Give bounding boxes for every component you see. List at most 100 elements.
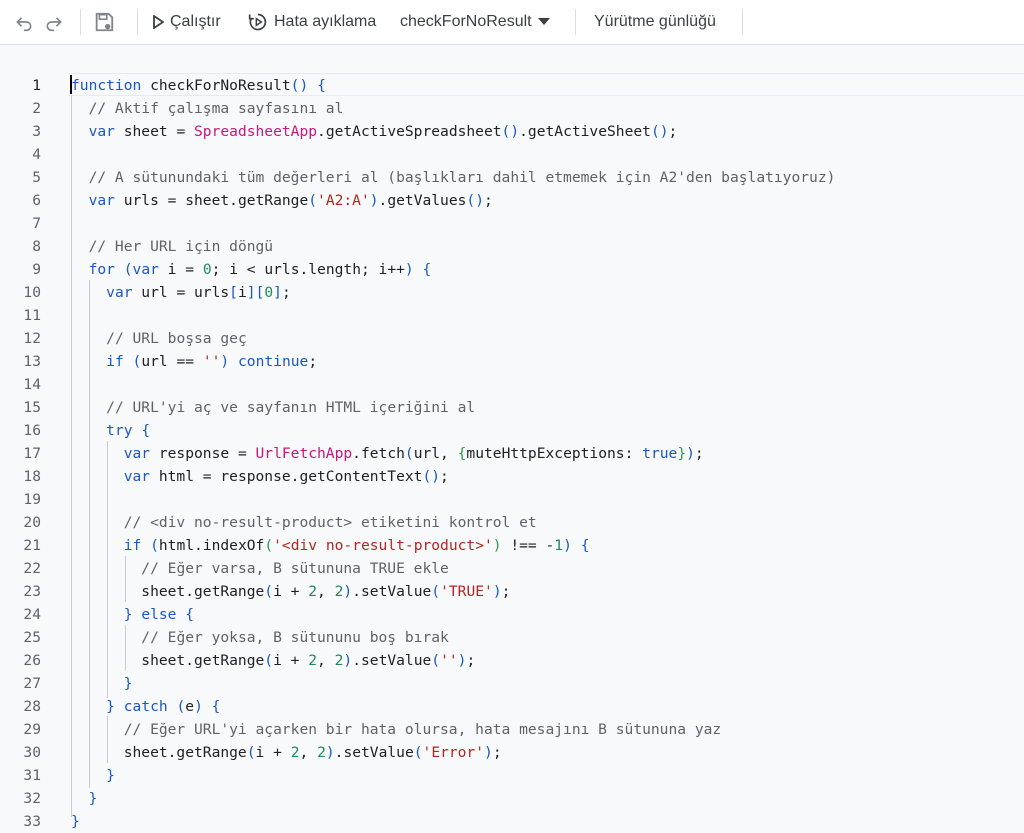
line-number: 16 (23, 422, 41, 439)
save-project-icon[interactable] (93, 11, 115, 33)
code-text[interactable]: var sheet = SpreadsheetApp.getActiveSpre… (71, 120, 678, 143)
code-line[interactable]: 20 // <div no-result-product> etiketini … (0, 511, 1024, 534)
code-text[interactable]: // Her URL için döngü (71, 235, 274, 258)
line-number: 30 (23, 744, 41, 761)
line-number: 8 (32, 238, 41, 255)
line-number: 5 (32, 169, 41, 186)
code-line[interactable]: 30 sheet.getRange(i + 2, 2).setValue('Er… (0, 741, 1024, 764)
code-text[interactable]: } catch (e) { (71, 695, 220, 718)
code-line[interactable]: 12 // URL boşsa geç (0, 327, 1024, 350)
code-text[interactable]: // Aktif çalışma sayfasını al (71, 97, 344, 120)
code-line[interactable]: 8 // Her URL için döngü (0, 235, 1024, 258)
line-number: 33 (23, 813, 41, 830)
execution-log-label: Yürütme günlüğü (594, 13, 716, 30)
code-text[interactable]: // Eğer varsa, B sütununa TRUE ekle (71, 557, 449, 580)
code-line[interactable]: 5 // A sütunundaki tüm değerleri al (baş… (0, 166, 1024, 189)
play-icon (153, 15, 164, 29)
line-number: 1 (32, 77, 41, 94)
line-number: 4 (32, 146, 41, 163)
code-text[interactable]: if (url == '') continue; (71, 350, 317, 373)
code-line[interactable]: 22 // Eğer varsa, B sütununa TRUE ekle (0, 557, 1024, 580)
code-text[interactable]: function checkForNoResult() { (71, 74, 326, 97)
function-select-value: checkForNoResult (400, 13, 532, 30)
text-cursor (70, 75, 72, 94)
code-line[interactable]: 32 } (0, 787, 1024, 810)
code-line[interactable]: 15 // URL'yi aç ve sayfanın HTML içeriği… (0, 396, 1024, 419)
line-number: 28 (23, 698, 41, 715)
code-line[interactable]: 4 (0, 143, 1024, 166)
code-line[interactable]: 7 (0, 212, 1024, 235)
line-number: 21 (23, 537, 41, 554)
code-text[interactable]: try { (71, 419, 150, 442)
code-text[interactable]: var html = response.getContentText(); (71, 465, 449, 488)
code-text[interactable]: // Eğer yoksa, B sütununu boş bırak (71, 626, 449, 649)
code-text[interactable]: } else { (71, 603, 194, 626)
code-line[interactable]: 26 sheet.getRange(i + 2, 2).setValue('')… (0, 649, 1024, 672)
code-line[interactable]: 17 var response = UrlFetchApp.fetch(url,… (0, 442, 1024, 465)
code-text[interactable]: } (71, 810, 80, 833)
code-text[interactable]: } (71, 787, 98, 810)
line-number: 2 (32, 100, 41, 117)
code-text[interactable]: var response = UrlFetchApp.fetch(url, {m… (71, 442, 704, 465)
code-line[interactable]: 14 (0, 373, 1024, 396)
function-select[interactable]: checkForNoResult (400, 0, 556, 44)
code-text[interactable]: var url = urls[i][0]; (71, 281, 291, 304)
code-text[interactable]: // URL'yi aç ve sayfanın HTML içeriğini … (71, 396, 475, 419)
debug-button[interactable]: Hata ayıklama (248, 0, 376, 44)
code-line[interactable]: 13 if (url == '') continue; (0, 350, 1024, 373)
code-line[interactable]: 1 function checkForNoResult() { (0, 74, 1024, 97)
line-number: 20 (23, 514, 41, 531)
code-line[interactable]: 3 var sheet = SpreadsheetApp.getActiveSp… (0, 120, 1024, 143)
code-text[interactable]: sheet.getRange(i + 2, 2).setValue('TRUE'… (71, 580, 510, 603)
toolbar-divider (742, 9, 743, 35)
code-line[interactable]: 21 if (html.indexOf('<div no-result-prod… (0, 534, 1024, 557)
execution-log-button[interactable]: Yürütme günlüğü (594, 0, 716, 44)
code-text[interactable]: } (71, 764, 115, 787)
code-line[interactable]: 2 // Aktif çalışma sayfasını al (0, 97, 1024, 120)
line-number: 7 (32, 215, 41, 232)
code-line[interactable]: 24 } else { (0, 603, 1024, 626)
line-number: 22 (23, 560, 41, 577)
undo-icon[interactable] (14, 12, 34, 32)
code-text[interactable]: for (var i = 0; i < urls.length; i++) { (71, 258, 432, 281)
code-line[interactable]: 29 // Eğer URL'yi açarken bir hata olurs… (0, 718, 1024, 741)
code-text[interactable]: sheet.getRange(i + 2, 2).setValue('Error… (71, 741, 502, 764)
run-button[interactable]: Çalıştır (152, 0, 221, 44)
code-line[interactable]: 6 var urls = sheet.getRange('A2:A').getV… (0, 189, 1024, 212)
code-text[interactable]: } (71, 672, 133, 695)
code-text[interactable]: sheet.getRange(i + 2, 2).setValue(''); (71, 649, 475, 672)
editor-toolbar: Çalıştır Hata ayıklama checkForNoResult … (0, 0, 1024, 45)
code-line[interactable]: 28 } catch (e) { (0, 695, 1024, 718)
code-text[interactable]: // Eğer URL'yi açarken bir hata olursa, … (71, 718, 721, 741)
code-text[interactable]: // URL boşsa geç (71, 327, 247, 350)
code-text[interactable]: // A sütunundaki tüm değerleri al (başlı… (71, 166, 836, 189)
code-line[interactable]: 23 sheet.getRange(i + 2, 2).setValue('TR… (0, 580, 1024, 603)
line-number: 6 (32, 192, 41, 209)
code-line[interactable]: 16 try { (0, 419, 1024, 442)
line-number: 25 (23, 629, 41, 646)
line-number: 31 (23, 767, 41, 784)
toolbar-divider (575, 9, 576, 35)
code-line[interactable]: 25 // Eğer yoksa, B sütununu boş bırak (0, 626, 1024, 649)
line-number: 32 (23, 790, 41, 807)
line-number: 19 (23, 491, 41, 508)
code-line[interactable]: 18 var html = response.getContentText(); (0, 465, 1024, 488)
code-line[interactable]: 31 } (0, 764, 1024, 787)
code-line[interactable]: 9 for (var i = 0; i < urls.length; i++) … (0, 258, 1024, 281)
toolbar-divider (137, 9, 138, 35)
line-number: 24 (23, 606, 41, 623)
code-line[interactable]: 10 var url = urls[i][0]; (0, 281, 1024, 304)
redo-icon[interactable] (44, 12, 64, 32)
code-line[interactable]: 33} (0, 810, 1024, 833)
line-number: 26 (23, 652, 41, 669)
code-text[interactable]: // <div no-result-product> etiketini kon… (71, 511, 537, 534)
code-line[interactable]: 11 (0, 304, 1024, 327)
code-line[interactable]: 27 } (0, 672, 1024, 695)
code-text[interactable]: if (html.indexOf('<div no-result-product… (71, 534, 590, 557)
line-number: 9 (32, 261, 41, 278)
line-number: 11 (23, 307, 41, 324)
chevron-down-icon (537, 18, 550, 25)
line-number: 15 (23, 399, 41, 416)
code-line[interactable]: 19 (0, 488, 1024, 511)
code-text[interactable]: var urls = sheet.getRange('A2:A').getVal… (71, 189, 493, 212)
